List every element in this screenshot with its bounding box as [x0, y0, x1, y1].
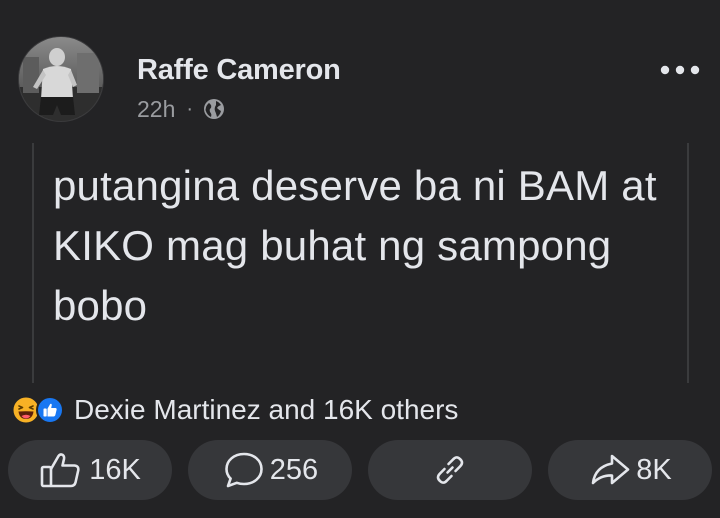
share-count: 8K — [636, 453, 672, 486]
more-icon — [660, 65, 700, 75]
post-time[interactable]: 22h — [137, 96, 175, 123]
globe-icon — [202, 97, 226, 121]
copy-link-button[interactable] — [368, 440, 532, 500]
avatar[interactable] — [18, 36, 104, 122]
reactions-summary[interactable]: Dexie Martinez and 16K others — [12, 393, 458, 427]
more-options-button[interactable] — [655, 55, 705, 85]
thumbs-up-icon — [40, 453, 80, 488]
share-icon — [591, 454, 630, 485]
comment-icon — [224, 452, 263, 488]
share-button[interactable]: 8K — [548, 440, 712, 500]
post-text-left-border — [32, 143, 34, 383]
meta-separator: · — [186, 97, 194, 120]
like-count: 16K — [89, 453, 141, 486]
author-name[interactable]: Raffe Cameron — [137, 54, 341, 87]
post-text: putangina deserve ba ni BAM at KIKO mag … — [53, 162, 657, 329]
reactions-text[interactable]: Dexie Martinez and 16K others — [74, 394, 458, 426]
avatar-photo — [19, 37, 103, 121]
post-text-right-border — [687, 143, 689, 383]
like-button[interactable]: 16K — [8, 440, 172, 500]
comment-count: 256 — [269, 453, 319, 486]
like-reaction-icon — [36, 396, 64, 424]
post-meta: 22h · — [137, 95, 226, 123]
comment-button[interactable]: 256 — [188, 440, 352, 500]
reaction-icons — [12, 395, 70, 425]
link-icon — [436, 456, 464, 484]
